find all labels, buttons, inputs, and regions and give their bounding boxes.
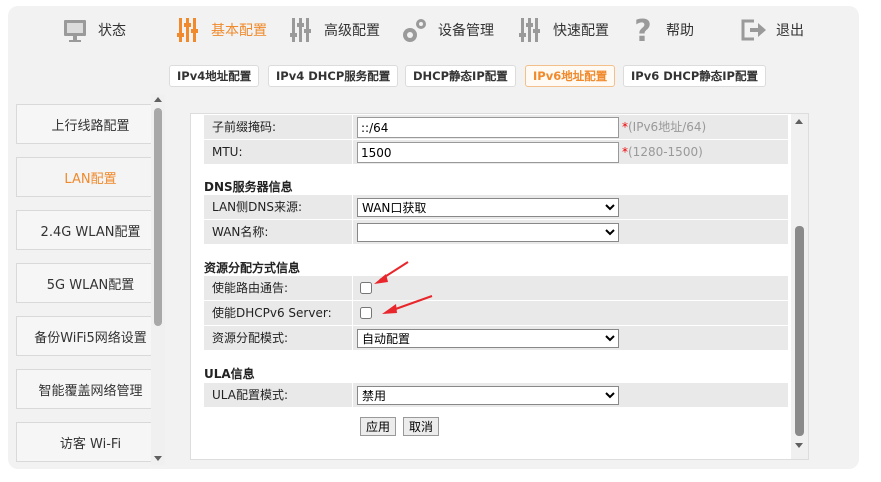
enable-ra-checkbox[interactable] — [360, 282, 372, 294]
subtab-ipv4-address[interactable]: IPv4地址配置 — [169, 65, 260, 87]
row-wan-name: WAN名称: — [204, 220, 788, 245]
row-separator — [352, 115, 353, 140]
panel-scroll-thumb[interactable] — [795, 226, 804, 436]
subtab-ipv6-dhcp-static-ip[interactable]: IPv6 DHCP静态IP配置 — [623, 65, 766, 87]
nav-device-management[interactable]: 设备管理 — [400, 12, 494, 48]
enable-ra-label: 使能路由通告: — [212, 281, 289, 295]
lan-dns-source-select[interactable]: WAN口获取 — [357, 198, 619, 217]
row-prefix-mask: 子前缀掩码: *(IPv6地址/64) — [204, 115, 788, 140]
monitor-icon — [64, 20, 86, 42]
alloc-mode-select[interactable]: 自动配置 — [357, 329, 619, 348]
row-mtu: MTU: *(1280-1500) — [204, 140, 788, 165]
cancel-button[interactable]: 取消 — [403, 417, 440, 436]
row-separator — [352, 220, 353, 245]
row-alloc-mode: 资源分配模式: 自动配置 — [204, 326, 788, 351]
mtu-input[interactable] — [357, 142, 619, 163]
mtu-hint: *(1280-1500) — [622, 140, 703, 165]
nav-label: 基本配置 — [211, 23, 267, 39]
ula-section-title: ULA信息 — [204, 367, 255, 381]
nav-label: 状态 — [98, 23, 126, 39]
subtab-ipv6-address[interactable]: IPv6地址配置 — [525, 65, 616, 87]
row-separator — [352, 326, 353, 351]
ula-mode-label: ULA配置模式: — [212, 388, 288, 402]
mtu-label: MTU: — [212, 145, 243, 159]
row-separator — [352, 301, 353, 326]
alloc-mode-label: 资源分配模式: — [212, 331, 289, 345]
sidebar-item-mesh[interactable]: 智能覆盖网络管理 — [16, 369, 165, 409]
row-lan-dns-source: LAN侧DNS来源: WAN口获取 — [204, 195, 788, 220]
sidebar-item-wlan-24g[interactable]: 2.4G WLAN配置 — [16, 210, 165, 250]
sidebar-item-wlan-5g[interactable]: 5G WLAN配置 — [16, 263, 165, 303]
sliders-icon — [177, 18, 198, 42]
ula-mode-select[interactable]: 禁用 — [357, 386, 619, 405]
alloc-section-title: 资源分配方式信息 — [204, 261, 301, 275]
row-enable-ra: 使能路由通告: — [204, 276, 788, 301]
question-icon: ? — [634, 15, 651, 45]
nav-help[interactable]: ? 帮助 — [628, 12, 694, 48]
scroll-down-arrow-icon[interactable] — [154, 456, 162, 461]
row-separator — [352, 383, 353, 408]
sliders-icon — [519, 18, 540, 42]
row-separator — [352, 276, 353, 301]
nav-label: 帮助 — [666, 23, 694, 39]
prefix-mask-input[interactable] — [357, 117, 619, 138]
nav-label: 设备管理 — [438, 23, 494, 39]
sidebar-scrollbar[interactable] — [151, 94, 165, 465]
prefix-mask-hint-text: (IPv6地址/64) — [628, 120, 707, 134]
sidebar-item-lan[interactable]: LAN配置 — [16, 157, 165, 197]
row-separator — [352, 140, 353, 165]
prefix-mask-hint: *(IPv6地址/64) — [622, 115, 706, 140]
svg-text:?: ? — [634, 15, 651, 45]
row-ula-mode: ULA配置模式: 禁用 — [204, 383, 788, 408]
sidebar-item-uplink[interactable]: 上行线路配置 — [16, 104, 165, 144]
dns-section-title: DNS服务器信息 — [204, 180, 293, 194]
nav-basic-config[interactable]: 基本配置 — [173, 12, 267, 48]
sliders-icon — [290, 18, 311, 42]
annotation-arrow-icon — [382, 295, 433, 314]
nav-advanced-config[interactable]: 高级配置 — [286, 12, 380, 48]
row-separator — [352, 195, 353, 220]
apply-button[interactable]: 应用 — [360, 417, 397, 436]
row-enable-dhcpv6: 使能DHCPv6 Server: — [204, 301, 788, 326]
sidebar-scroll-thumb[interactable] — [154, 108, 162, 326]
exit-icon — [741, 19, 766, 41]
lan-dns-source-label: LAN侧DNS来源: — [212, 200, 303, 214]
enable-dhcpv6-checkbox[interactable] — [360, 307, 372, 319]
gears-icon — [403, 19, 426, 42]
wan-name-select[interactable] — [357, 223, 619, 242]
prefix-mask-label: 子前缀掩码: — [212, 120, 277, 134]
enable-dhcpv6-label: 使能DHCPv6 Server: — [212, 306, 332, 320]
subtab-dhcp-static-ip[interactable]: DHCP静态IP配置 — [405, 65, 516, 87]
scroll-up-arrow-icon[interactable] — [154, 97, 162, 102]
nav-label: 退出 — [776, 23, 804, 39]
nav-quick-config[interactable]: 快速配置 — [515, 12, 609, 48]
nav-status[interactable]: 状态 — [60, 12, 126, 48]
mtu-hint-text: (1280-1500) — [628, 145, 703, 159]
nav-label: 高级配置 — [324, 23, 380, 39]
wan-name-label: WAN名称: — [212, 225, 269, 239]
scroll-down-arrow-icon[interactable] — [795, 443, 803, 448]
scroll-up-arrow-icon[interactable] — [795, 119, 803, 124]
nav-label: 快速配置 — [553, 23, 609, 39]
nav-logout[interactable]: 退出 — [738, 12, 804, 48]
sidebar-item-backup-wifi5[interactable]: 备份WiFi5网络设置 — [16, 316, 165, 356]
sidebar-item-guest-wifi[interactable]: 访客 Wi-Fi — [16, 422, 165, 462]
content-panel: 子前缀掩码: *(IPv6地址/64) MTU: *(1280-1500) DN… — [190, 113, 809, 460]
subtab-ipv4-dhcp[interactable]: IPv4 DHCP服务配置 — [268, 65, 399, 87]
panel-scrollbar[interactable] — [791, 114, 808, 459]
annotation-arrow-icon — [374, 261, 409, 284]
